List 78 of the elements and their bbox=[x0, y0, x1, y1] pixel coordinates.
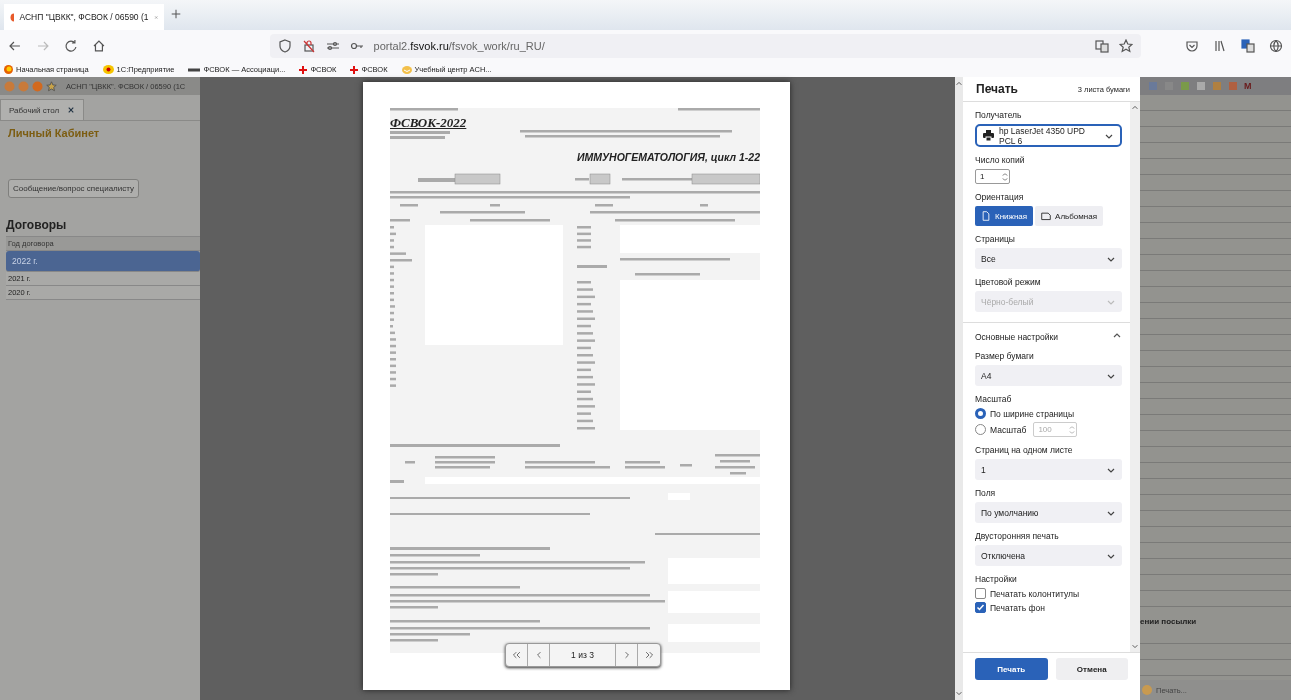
app-tab[interactable]: Рабочий стол bbox=[0, 99, 85, 120]
favicon-icon bbox=[10, 12, 15, 22]
document-logo: ФСВОК-2022 bbox=[390, 115, 467, 131]
checkbox[interactable] bbox=[975, 588, 986, 599]
checkbox-label: Печатать фон bbox=[990, 602, 1045, 613]
print-button[interactable]: Печать bbox=[975, 658, 1048, 680]
translate-icon[interactable] bbox=[1241, 39, 1255, 53]
page-heading: Личный Кабинет bbox=[8, 127, 101, 139]
shield-icon bbox=[277, 39, 292, 53]
field-label: Число копий bbox=[975, 155, 1026, 165]
browser-tab[interactable]: АСНП "ЦВКК", ФСВОК / 06590 (1 bbox=[4, 4, 164, 30]
copies-field[interactable]: 1 bbox=[975, 169, 1010, 184]
orientation-option[interactable]: Книжная bbox=[975, 206, 1034, 226]
table-text: ении посылки bbox=[1140, 615, 1291, 628]
back-icon[interactable] bbox=[8, 39, 22, 53]
close-icon[interactable] bbox=[67, 106, 76, 114]
field-label: Размер бумаги bbox=[975, 351, 1035, 361]
radio-button[interactable] bbox=[975, 408, 986, 419]
field-label: Цветовой режим bbox=[975, 277, 1042, 287]
scrollbar[interactable] bbox=[955, 77, 963, 700]
field-label: Настройки bbox=[975, 574, 1018, 584]
double-chevron-right-icon bbox=[644, 650, 654, 660]
select-field[interactable]: A4 bbox=[975, 365, 1122, 386]
translate-icon[interactable] bbox=[1095, 39, 1109, 53]
logo-icon bbox=[102, 65, 114, 74]
radio-label: Масштаб bbox=[990, 424, 1027, 435]
url-text: portal2.fsvok.ru/fsvok_work/ru_RU/ bbox=[373, 40, 546, 52]
forward-icon[interactable] bbox=[35, 39, 50, 53]
portrait-page-icon bbox=[981, 211, 991, 221]
sliders-icon bbox=[325, 39, 340, 53]
landscape-page-icon bbox=[1041, 211, 1052, 221]
double-chevron-left-icon bbox=[511, 650, 522, 660]
address-bar[interactable]: portal2.fsvok.ru/fsvok_work/ru_RU/ bbox=[269, 34, 1141, 58]
chevron-up-icon bbox=[1131, 104, 1139, 112]
printer-icon bbox=[983, 130, 994, 141]
checkbox-label: Печатать колонтитулы bbox=[990, 588, 1080, 599]
field-label: Страниц на одном листе bbox=[975, 445, 1074, 455]
new-tab-icon[interactable] bbox=[170, 8, 182, 20]
chevron-down-icon bbox=[1131, 642, 1139, 650]
reload-icon[interactable] bbox=[63, 39, 78, 53]
section-title: Основные настройки bbox=[975, 332, 1058, 342]
spinner-icon bbox=[1068, 423, 1077, 436]
library-icon[interactable] bbox=[1213, 39, 1227, 53]
pocket-icon[interactable] bbox=[1185, 39, 1199, 53]
select-field[interactable]: Все bbox=[975, 248, 1122, 269]
document-title: ИММУНОГЕМАТОЛОГИЯ, цикл 1-22 bbox=[576, 151, 760, 163]
spinner-icon bbox=[1001, 170, 1009, 183]
status-icon bbox=[1142, 685, 1152, 695]
select-field[interactable]: 1 bbox=[975, 459, 1122, 480]
star-icon[interactable] bbox=[1119, 39, 1133, 53]
field-label: Двусторонняя печать bbox=[975, 531, 1060, 541]
select-field[interactable]: hp LaserJet 4350 UPD PCL 6 bbox=[975, 124, 1122, 147]
field-label: Поля bbox=[975, 488, 997, 498]
orientation-option[interactable]: Альбомная bbox=[1035, 206, 1103, 226]
globe-icon[interactable] bbox=[1269, 39, 1283, 53]
smile-icon bbox=[401, 65, 412, 74]
field-label: Получатель bbox=[975, 110, 1023, 120]
select-field[interactable]: По умолчанию bbox=[975, 502, 1122, 523]
cross-icon bbox=[350, 65, 359, 74]
cross-icon bbox=[299, 65, 308, 74]
field-label: Ориентация bbox=[975, 192, 1025, 202]
scrollbar[interactable] bbox=[1130, 102, 1140, 652]
select-field[interactable]: Отключена bbox=[975, 545, 1122, 566]
cancel-button[interactable]: Отмена bbox=[1055, 658, 1128, 680]
dash-icon bbox=[188, 67, 201, 72]
section-heading: Договоры bbox=[6, 218, 68, 232]
page-indicator: 1 из 3 bbox=[550, 644, 616, 666]
dialog-title: Печать bbox=[976, 82, 1018, 96]
field-label: Страницы bbox=[975, 234, 1016, 244]
radio-label: По ширине страницы bbox=[990, 408, 1075, 419]
field-label: Масштаб bbox=[975, 394, 1013, 404]
lock-icon bbox=[301, 39, 316, 53]
browser-logo-icon bbox=[4, 65, 13, 74]
star-icon[interactable] bbox=[46, 80, 57, 92]
checkbox[interactable] bbox=[975, 602, 986, 613]
table-row[interactable]: 2022 г. bbox=[6, 251, 200, 272]
message-button[interactable]: Сообщение/вопрос специалисту bbox=[8, 179, 139, 198]
home-icon[interactable] bbox=[91, 39, 106, 53]
